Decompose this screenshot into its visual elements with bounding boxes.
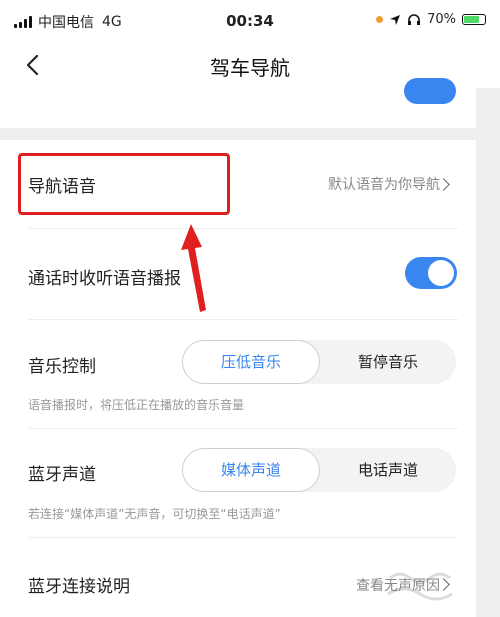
annotation-arrow-icon xyxy=(181,224,206,312)
annotation-highlight-box xyxy=(18,153,230,215)
pause-music-option[interactable]: 暂停音乐 xyxy=(320,340,456,384)
location-arrow-icon xyxy=(390,14,401,25)
page-background-edge xyxy=(476,88,500,617)
watermark-logo-icon xyxy=(387,572,453,601)
bluetooth-channel-hint: 若连接“媒体声道”无声音，可切换至“电话声道” xyxy=(28,507,281,521)
row-divider xyxy=(28,228,458,229)
section-separator xyxy=(0,128,500,140)
call-listen-label: 通话时收听语音播报 xyxy=(28,269,181,289)
bluetooth-help-label: 蓝牙连接说明 xyxy=(28,577,130,597)
bluetooth-channel-label: 蓝牙声道 xyxy=(28,465,96,485)
previous-toggle-switch[interactable] xyxy=(404,78,456,104)
call-listen-toggle[interactable] xyxy=(405,257,457,289)
bluetooth-channel-segmented: 媒体声道 电话声道 xyxy=(182,448,456,492)
lower-music-option[interactable]: 压低音乐 xyxy=(182,340,320,384)
battery-icon xyxy=(462,14,486,25)
voice-row-value: 默认语音为你导航 xyxy=(328,177,440,193)
headphones-icon xyxy=(408,13,421,25)
music-control-segmented: 压低音乐 暂停音乐 xyxy=(182,340,456,384)
toggle-knob xyxy=(428,260,454,286)
row-divider xyxy=(28,428,458,429)
media-channel-option[interactable]: 媒体声道 xyxy=(182,448,320,492)
music-control-hint: 语音播报时，将压低正在播放的音乐音量 xyxy=(28,398,245,412)
row-divider xyxy=(28,537,458,538)
battery-percent: 70% xyxy=(427,12,456,27)
phone-channel-option[interactable]: 电话声道 xyxy=(320,448,456,492)
row-divider xyxy=(28,319,458,320)
recording-dot-icon xyxy=(376,16,384,23)
music-control-label: 音乐控制 xyxy=(28,357,96,377)
status-bar: 中国电信 4G 00:34 70% xyxy=(0,0,500,42)
page-title: 驾车导航 xyxy=(210,56,290,80)
status-right: 70% xyxy=(376,12,486,27)
